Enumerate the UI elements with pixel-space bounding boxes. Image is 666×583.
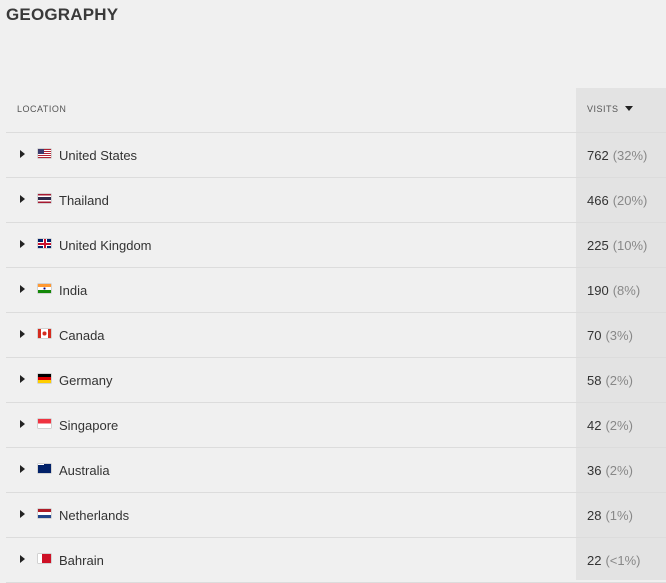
- table-row[interactable]: Netherlands 28 (1%): [6, 493, 666, 538]
- expand-row-icon[interactable]: [20, 555, 25, 563]
- country-name: Germany: [59, 373, 113, 388]
- flag-de-icon: [38, 374, 51, 383]
- table-row[interactable]: India 190 (8%): [6, 268, 666, 313]
- flag-us-icon: [38, 149, 51, 158]
- visits-percent: (2%): [605, 373, 633, 388]
- flag-ca-icon: [38, 329, 51, 338]
- table-row[interactable]: United States 762 (32%): [6, 133, 666, 178]
- visits-count: 70: [587, 328, 602, 343]
- country-name: India: [59, 283, 88, 298]
- visits-count: 42: [587, 418, 602, 433]
- country-name: Bahrain: [59, 553, 104, 568]
- table-header-row: LOCATION VISITS: [6, 88, 666, 133]
- flag-in-icon: [38, 284, 51, 293]
- table-row[interactable]: Thailand 466 (20%): [6, 178, 666, 223]
- visits-cell: 36 (2%): [587, 463, 633, 478]
- expand-row-icon[interactable]: [20, 465, 25, 473]
- country-name: United States: [59, 148, 138, 163]
- visits-count: 466: [587, 193, 609, 208]
- visits-column-header[interactable]: VISITS: [587, 104, 633, 114]
- section-title: GEOGRAPHY: [6, 5, 119, 24]
- visits-count: 58: [587, 373, 602, 388]
- expand-row-icon[interactable]: [20, 330, 25, 338]
- visits-percent: (2%): [605, 418, 633, 433]
- visits-percent: (20%): [612, 193, 648, 208]
- visits-cell: 70 (3%): [587, 328, 633, 343]
- country-name: Netherlands: [59, 508, 130, 523]
- geography-table: LOCATION VISITS United States 762 (32%) T…: [6, 88, 666, 583]
- table-row[interactable]: Australia 36 (2%): [6, 448, 666, 493]
- visits-cell: 22 (<1%): [587, 553, 641, 568]
- flag-bh-icon: [38, 554, 51, 563]
- expand-row-icon[interactable]: [20, 510, 25, 518]
- visits-header-label: VISITS: [587, 104, 619, 114]
- country-name: Thailand: [59, 193, 109, 208]
- flag-au-icon: [38, 464, 51, 473]
- expand-row-icon[interactable]: [20, 285, 25, 293]
- visits-count: 225: [587, 238, 609, 253]
- visits-cell: 42 (2%): [587, 418, 633, 433]
- table-row[interactable]: Bahrain 22 (<1%): [6, 538, 666, 583]
- visits-cell: 466 (20%): [587, 193, 647, 208]
- table-row[interactable]: Canada 70 (3%): [6, 313, 666, 358]
- country-name: Canada: [59, 328, 105, 343]
- sort-descending-icon[interactable]: [624, 106, 633, 111]
- visits-percent: (3%): [605, 328, 633, 343]
- flag-gb-icon: [38, 239, 51, 248]
- expand-row-icon[interactable]: [20, 240, 25, 248]
- visits-percent: (2%): [605, 463, 633, 478]
- country-name: United Kingdom: [59, 238, 152, 253]
- visits-percent: (<1%): [605, 553, 641, 568]
- visits-percent: (32%): [612, 148, 648, 163]
- visits-count: 762: [587, 148, 609, 163]
- visits-cell: 225 (10%): [587, 238, 647, 253]
- visits-cell: 58 (2%): [587, 373, 633, 388]
- visits-cell: 28 (1%): [587, 508, 633, 523]
- table-row[interactable]: United Kingdom 225 (10%): [6, 223, 666, 268]
- country-name: Singapore: [59, 418, 119, 433]
- flag-sg-icon: [38, 419, 51, 428]
- expand-row-icon[interactable]: [20, 150, 25, 158]
- visits-cell: 190 (8%): [587, 283, 640, 298]
- visits-count: 28: [587, 508, 602, 523]
- flag-th-icon: [38, 194, 51, 203]
- table-row[interactable]: Singapore 42 (2%): [6, 403, 666, 448]
- expand-row-icon[interactable]: [20, 195, 25, 203]
- visits-count: 190: [587, 283, 609, 298]
- expand-row-icon[interactable]: [20, 375, 25, 383]
- visits-count: 22: [587, 553, 602, 568]
- visits-percent: (8%): [612, 283, 641, 298]
- visits-percent: (10%): [612, 238, 648, 253]
- visits-count: 36: [587, 463, 602, 478]
- location-column-header: LOCATION: [17, 104, 67, 114]
- visits-percent: (1%): [605, 508, 633, 523]
- visits-cell: 762 (32%): [587, 148, 647, 163]
- expand-row-icon[interactable]: [20, 420, 25, 428]
- country-name: Australia: [59, 463, 110, 478]
- table-row[interactable]: Germany 58 (2%): [6, 358, 666, 403]
- flag-nl-icon: [38, 509, 51, 518]
